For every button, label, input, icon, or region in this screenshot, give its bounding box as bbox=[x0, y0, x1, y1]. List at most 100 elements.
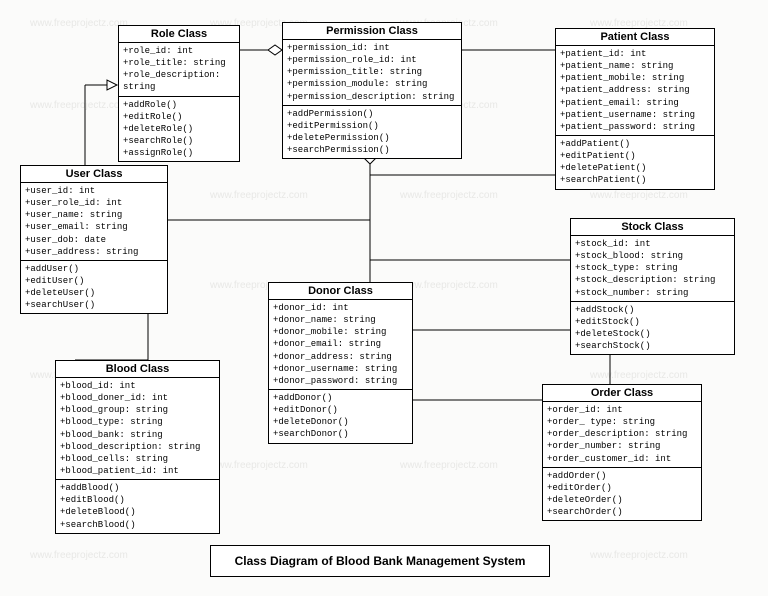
member-line: +user_role_id: int bbox=[25, 197, 163, 209]
member-line: +order_description: string bbox=[547, 428, 697, 440]
member-line: +addPatient() bbox=[560, 138, 710, 150]
class-title: User Class bbox=[21, 166, 167, 183]
member-line: +stock_type: string bbox=[575, 262, 730, 274]
member-line: +donor_mobile: string bbox=[273, 326, 408, 338]
watermark: www.freeprojectz.com bbox=[30, 100, 128, 111]
member-line: +user_dob: date bbox=[25, 234, 163, 246]
watermark: www.freeprojectz.com bbox=[400, 280, 498, 291]
member-line: +searchUser() bbox=[25, 299, 163, 311]
member-line: +blood_doner_id: int bbox=[60, 392, 215, 404]
watermark: www.freeprojectz.com bbox=[30, 550, 128, 561]
member-line: +addRole() bbox=[123, 99, 235, 111]
member-line: +deleteBlood() bbox=[60, 506, 215, 518]
member-line: +patient_username: string bbox=[560, 109, 710, 121]
member-line: +deleteRole() bbox=[123, 123, 235, 135]
member-line: +role_title: string bbox=[123, 57, 235, 69]
member-line: +patient_mobile: string bbox=[560, 72, 710, 84]
member-line: +deleteOrder() bbox=[547, 494, 697, 506]
member-line: +role_id: int bbox=[123, 45, 235, 57]
member-line: +order_number: string bbox=[547, 440, 697, 452]
member-line: +editBlood() bbox=[60, 494, 215, 506]
class-title: Donor Class bbox=[269, 283, 412, 300]
class-donor: Donor Class +donor_id: int+donor_name: s… bbox=[268, 282, 413, 444]
member-line: +blood_id: int bbox=[60, 380, 215, 392]
member-line: +user_email: string bbox=[25, 221, 163, 233]
member-line: +editStock() bbox=[575, 316, 730, 328]
attr-section: +role_id: int+role_title: string+role_de… bbox=[119, 43, 239, 97]
member-line: +searchOrder() bbox=[547, 506, 697, 518]
attr-section: +patient_id: int+patient_name: string+pa… bbox=[556, 46, 714, 136]
member-line: +editPatient() bbox=[560, 150, 710, 162]
member-line: +searchRole() bbox=[123, 135, 235, 147]
member-line: +assignRole() bbox=[123, 147, 235, 159]
member-line: +blood_patient_id: int bbox=[60, 465, 215, 477]
class-patient: Patient Class +patient_id: int+patient_n… bbox=[555, 28, 715, 190]
member-line: +patient_password: string bbox=[560, 121, 710, 133]
attr-section: +donor_id: int+donor_name: string+donor_… bbox=[269, 300, 412, 390]
diagram-caption: Class Diagram of Blood Bank Management S… bbox=[210, 545, 550, 577]
member-line: +editPermission() bbox=[287, 120, 457, 132]
member-line: +blood_description: string bbox=[60, 441, 215, 453]
member-line: +searchBlood() bbox=[60, 519, 215, 531]
member-line: +patient_email: string bbox=[560, 97, 710, 109]
member-line: +patient_id: int bbox=[560, 48, 710, 60]
member-line: +stock_id: int bbox=[575, 238, 730, 250]
watermark: www.freeprojectz.com bbox=[590, 370, 688, 381]
class-title: Permission Class bbox=[283, 23, 461, 40]
op-section: +addUser()+editUser()+deleteUser()+searc… bbox=[21, 261, 167, 314]
op-section: +addStock()+editStock()+deleteStock()+se… bbox=[571, 302, 734, 355]
class-permission: Permission Class +permission_id: int+per… bbox=[282, 22, 462, 159]
member-line: +role_description: string bbox=[123, 69, 235, 93]
member-line: +donor_id: int bbox=[273, 302, 408, 314]
attr-section: +stock_id: int+stock_blood: string+stock… bbox=[571, 236, 734, 302]
member-line: +blood_group: string bbox=[60, 404, 215, 416]
member-line: +editOrder() bbox=[547, 482, 697, 494]
class-title: Role Class bbox=[119, 26, 239, 43]
watermark: www.freeprojectz.com bbox=[210, 190, 308, 201]
watermark: www.freeprojectz.com bbox=[400, 190, 498, 201]
attr-section: +blood_id: int+blood_doner_id: int+blood… bbox=[56, 378, 219, 480]
member-line: +permission_title: string bbox=[287, 66, 457, 78]
member-line: +addOrder() bbox=[547, 470, 697, 482]
member-line: +order_id: int bbox=[547, 404, 697, 416]
member-line: +editUser() bbox=[25, 275, 163, 287]
member-line: +stock_description: string bbox=[575, 274, 730, 286]
op-section: +addPatient()+editPatient()+deletePatien… bbox=[556, 136, 714, 189]
attr-section: +user_id: int+user_role_id: int+user_nam… bbox=[21, 183, 167, 261]
member-line: +deleteDonor() bbox=[273, 416, 408, 428]
watermark: www.freeprojectz.com bbox=[210, 460, 308, 471]
member-line: +user_id: int bbox=[25, 185, 163, 197]
watermark: www.freeprojectz.com bbox=[30, 18, 128, 29]
member-line: +permission_id: int bbox=[287, 42, 457, 54]
member-line: +permission_module: string bbox=[287, 78, 457, 90]
op-section: +addRole()+editRole()+deleteRole()+searc… bbox=[119, 97, 239, 162]
member-line: +searchPatient() bbox=[560, 174, 710, 186]
class-stock: Stock Class +stock_id: int+stock_blood: … bbox=[570, 218, 735, 355]
member-line: +user_address: string bbox=[25, 246, 163, 258]
op-section: +addOrder()+editOrder()+deleteOrder()+se… bbox=[543, 468, 701, 521]
class-order: Order Class +order_id: int+order_ type: … bbox=[542, 384, 702, 521]
class-role: Role Class +role_id: int+role_title: str… bbox=[118, 25, 240, 162]
class-title: Blood Class bbox=[56, 361, 219, 378]
member-line: +stock_blood: string bbox=[575, 250, 730, 262]
member-line: +editDonor() bbox=[273, 404, 408, 416]
watermark: www.freeprojectz.com bbox=[590, 190, 688, 201]
class-blood: Blood Class +blood_id: int+blood_doner_i… bbox=[55, 360, 220, 534]
op-section: +addBlood()+editBlood()+deleteBlood()+se… bbox=[56, 480, 219, 533]
member-line: +addUser() bbox=[25, 263, 163, 275]
member-line: +patient_address: string bbox=[560, 84, 710, 96]
op-section: +addDonor()+editDonor()+deleteDonor()+se… bbox=[269, 390, 412, 443]
member-line: +blood_type: string bbox=[60, 416, 215, 428]
member-line: +permission_description: string bbox=[287, 91, 457, 103]
member-line: +donor_email: string bbox=[273, 338, 408, 350]
watermark: www.freeprojectz.com bbox=[400, 460, 498, 471]
member-line: +user_name: string bbox=[25, 209, 163, 221]
op-section: +addPermission()+editPermission()+delete… bbox=[283, 106, 461, 159]
class-title: Stock Class bbox=[571, 219, 734, 236]
member-line: +permission_role_id: int bbox=[287, 54, 457, 66]
member-line: +searchStock() bbox=[575, 340, 730, 352]
member-line: +blood_bank: string bbox=[60, 429, 215, 441]
class-title: Patient Class bbox=[556, 29, 714, 46]
member-line: +patient_name: string bbox=[560, 60, 710, 72]
watermark: www.freeprojectz.com bbox=[590, 550, 688, 561]
